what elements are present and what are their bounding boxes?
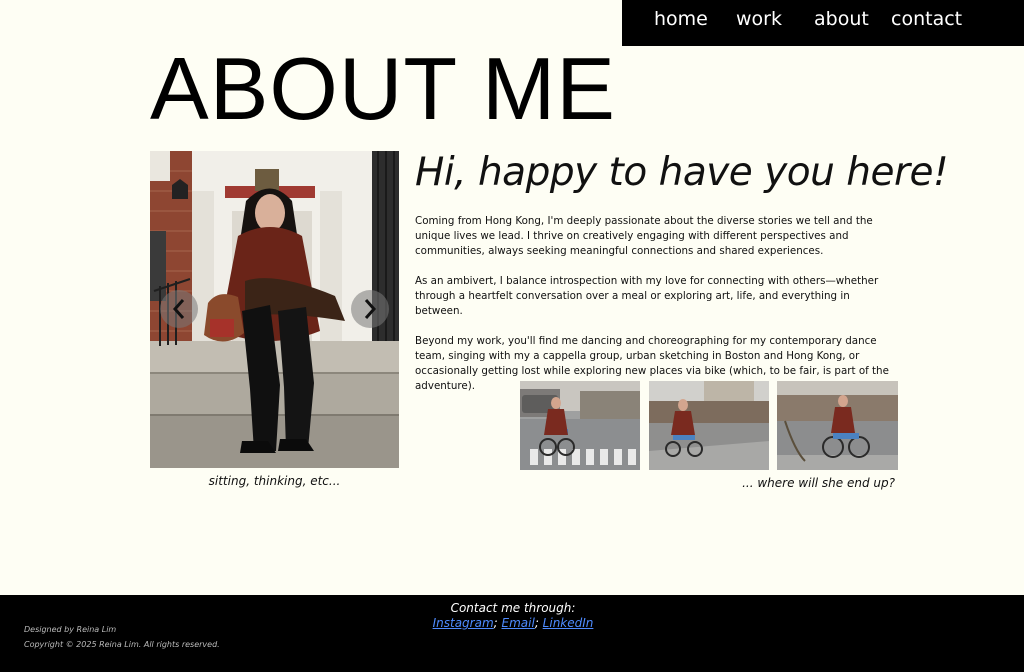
nav-work[interactable]: work <box>736 8 782 30</box>
linkedin-link[interactable]: LinkedIn <box>543 616 594 630</box>
email-link[interactable]: Email <box>502 616 535 630</box>
copyright-text: Copyright © 2025 Reina Lim. All rights r… <box>24 640 220 649</box>
carousel-prev-button[interactable] <box>160 290 198 328</box>
bio-paragraph: Coming from Hong Kong, I'm deeply passio… <box>415 215 873 257</box>
nav-contact[interactable]: contact <box>891 8 962 30</box>
link-separator: ; <box>534 616 543 630</box>
gallery-caption: ... where will she end up? <box>742 476 895 490</box>
chevron-right-icon <box>364 299 377 319</box>
gallery-photo <box>777 381 898 470</box>
bio-paragraph: As an ambivert, I balance introspection … <box>415 275 879 317</box>
nav-home[interactable]: home <box>654 8 708 30</box>
photo-carousel <box>150 151 399 468</box>
top-nav: home work about contact <box>622 0 1024 46</box>
contact-links: Instagram; Email; LinkedIn <box>0 616 1024 630</box>
instagram-link[interactable]: Instagram <box>433 616 494 630</box>
footer: Contact me through: Instagram; Email; Li… <box>0 595 1024 672</box>
greeting-heading: Hi, happy to have you here! <box>415 150 949 195</box>
designed-by-text: Designed by Reina Lim <box>24 625 117 634</box>
carousel-caption: sitting, thinking, etc... <box>208 474 341 488</box>
gallery-photo <box>649 381 769 470</box>
carousel-next-button[interactable] <box>351 290 389 328</box>
link-separator: ; <box>493 616 502 630</box>
contact-label: Contact me through: <box>450 601 576 615</box>
page-title: ABOUT ME <box>150 39 617 138</box>
gallery-photo <box>520 381 640 470</box>
bio-text: Coming from Hong Kong, I'm deeply passio… <box>415 214 895 409</box>
chevron-left-icon <box>172 299 185 319</box>
nav-about[interactable]: about <box>814 8 869 30</box>
